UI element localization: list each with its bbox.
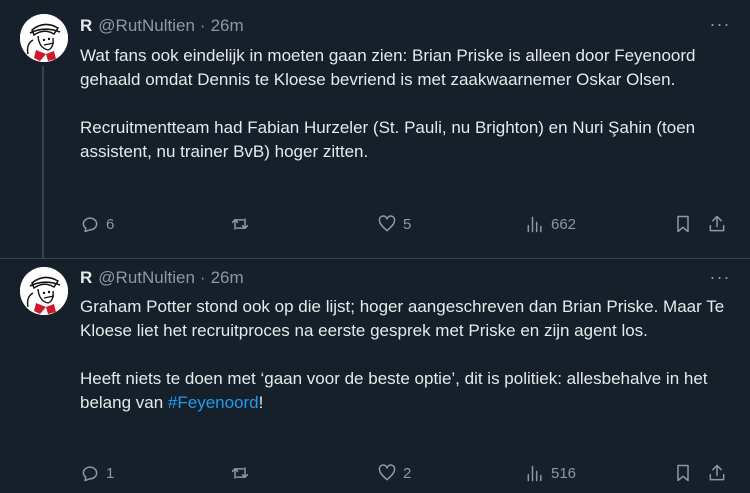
like-button[interactable]: 2 [377,461,411,485]
share-button[interactable] [707,461,727,485]
reply-icon [82,466,98,482]
display-name[interactable]: R [80,16,92,36]
action-bar: 1 2 516 [80,461,732,485]
reply-count: 1 [106,464,115,482]
bookmark-icon [677,215,689,233]
tweet-paragraph: Wat fans ook eindelijk in moeten gaan zi… [80,46,696,89]
like-count: 5 [403,215,412,233]
tweet-text: Graham Potter stond ook op die lijst; ho… [80,295,740,415]
separator-dot: · [199,268,206,287]
views-icon [527,216,542,233]
share-icon [709,464,725,481]
like-count: 2 [403,464,412,482]
heart-icon [378,464,396,481]
views-button[interactable]: 516 [525,461,576,485]
reply-button[interactable]: 6 [80,212,114,236]
views-count: 662 [551,215,577,233]
thread: R @RutNultien · 26m ··· Wat fans ook ein… [0,0,750,492]
bookmark-button[interactable] [673,461,693,485]
views-count: 516 [551,464,577,482]
retweet-button[interactable] [230,461,256,485]
user-handle[interactable]: @RutNultien [98,268,195,288]
views-icon [527,465,542,482]
avatar-image [20,267,68,315]
timestamp[interactable]: 26m [211,268,244,288]
tweet-header: R @RutNultien · 26m [80,16,244,36]
avatar[interactable] [20,267,68,315]
bookmark-button[interactable] [673,212,693,236]
tweet-paragraph: Recruitmentteam had Fabian Hurzeler (St.… [80,118,696,161]
views-button[interactable]: 662 [525,212,576,236]
bookmark-icon [677,464,689,482]
tweet[interactable]: R @RutNultien · 26m ··· Wat fans ook ein… [0,0,750,258]
more-icon[interactable]: ··· [708,267,732,287]
separator-dot: · [199,16,206,35]
thread-connector-line [42,66,44,258]
retweet-icon [231,467,249,479]
retweet-button[interactable] [230,212,256,236]
reply-count: 6 [106,215,115,233]
avatar[interactable] [20,14,68,62]
reply-icon [82,217,98,233]
tweet-header: R @RutNultien · 26m [80,268,244,288]
tweet-paragraph: Graham Potter stond ook op die lijst; ho… [80,297,725,340]
share-icon [709,215,725,232]
like-button[interactable]: 5 [377,212,411,236]
user-handle[interactable]: @RutNultien [98,16,195,36]
action-bar: 6 5 662 [80,212,732,236]
tweet[interactable]: R @RutNultien · 26m ··· Graham Potter st… [0,258,750,493]
retweet-icon [231,218,249,230]
avatar-image [20,14,68,62]
tweet-paragraph-end: ! [258,393,264,412]
tweet-paragraph: Heeft niets te doen met ‘gaan voor de be… [80,367,740,415]
tweet-text: Wat fans ook eindelijk in moeten gaan zi… [80,44,740,164]
timestamp[interactable]: 26m [211,16,244,36]
share-button[interactable] [707,212,727,236]
heart-icon [378,215,396,232]
reply-button[interactable]: 1 [80,461,114,485]
hashtag-link[interactable]: #Feyenoord [168,393,259,412]
more-icon[interactable]: ··· [708,14,732,34]
display-name[interactable]: R [80,268,92,288]
